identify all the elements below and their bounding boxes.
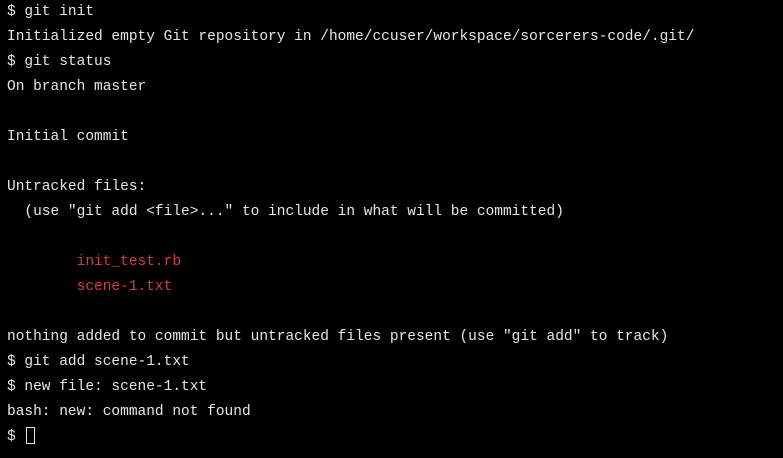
- prompt: $: [7, 429, 25, 445]
- output-line: Untracked files:: [7, 179, 147, 195]
- command-line: $ git init: [7, 4, 95, 20]
- untracked-file: scene-1.txt: [7, 279, 173, 295]
- prompt-line[interactable]: $: [7, 425, 783, 450]
- output-line: Initial commit: [7, 129, 129, 145]
- untracked-file: init_test.rb: [7, 254, 182, 270]
- terminal-window[interactable]: $ git init Initialized empty Git reposit…: [0, 0, 783, 458]
- output-line: Initialized empty Git repository in /hom…: [7, 29, 695, 45]
- output-line: bash: new: command not found: [7, 404, 251, 420]
- cursor-icon: [26, 427, 36, 444]
- command-line: $ new file: scene-1.txt: [7, 379, 208, 395]
- command-line: $ git add scene-1.txt: [7, 354, 190, 370]
- command-line: $ git status: [7, 54, 112, 70]
- output-line: On branch master: [7, 79, 147, 95]
- output-line: nothing added to commit but untracked fi…: [7, 329, 669, 345]
- output-line: (use "git add <file>..." to include in w…: [7, 204, 564, 220]
